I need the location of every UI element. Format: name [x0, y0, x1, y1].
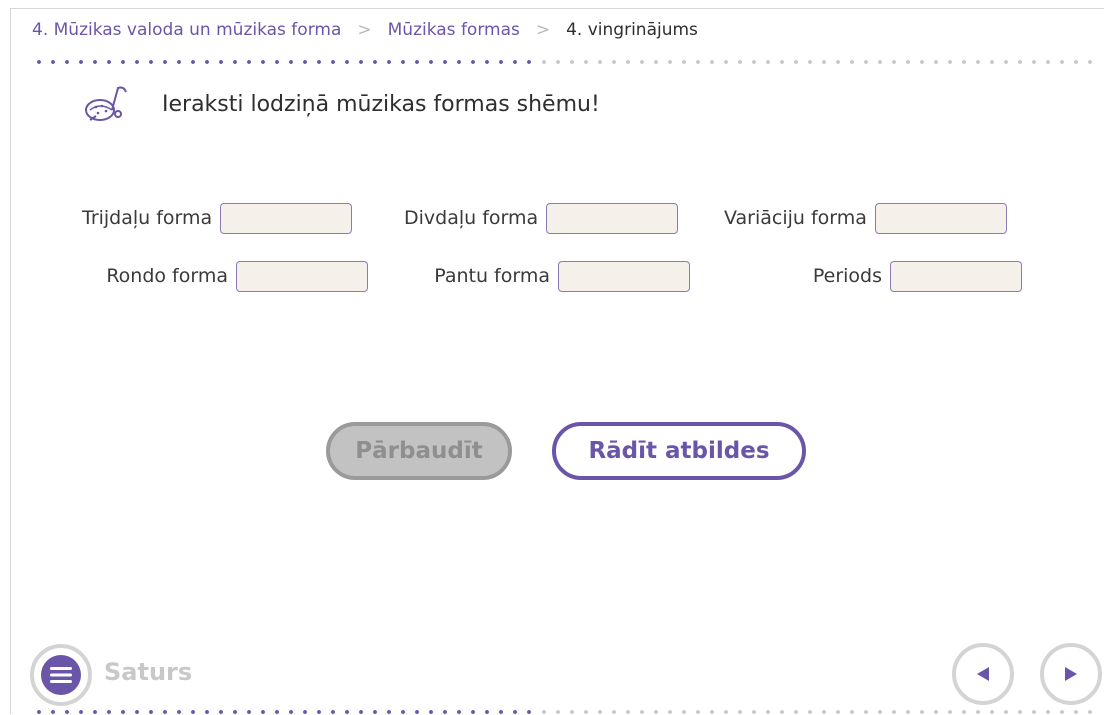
strophic-form-input[interactable]: [558, 260, 690, 292]
contents-menu-button[interactable]: [30, 644, 92, 706]
arrow-right-icon: [1065, 667, 1077, 681]
previous-page-button[interactable]: [952, 643, 1014, 705]
hamburger-menu-icon: [50, 667, 72, 683]
breadcrumb-separator: >: [535, 20, 551, 40]
breadcrumb-link-chapter[interactable]: 4. Mūzikas valoda un mūzikas forma: [32, 20, 341, 40]
breadcrumb-separator: >: [357, 20, 372, 40]
field-variation-form: Variāciju forma: [724, 202, 1007, 234]
field-label: Trijdaļu forma: [82, 207, 213, 229]
instruction: Ieraksti lodziņā mūzikas formas shēmu!: [82, 80, 600, 128]
field-label: Rondo forma: [106, 265, 228, 287]
instruction-text: Ieraksti lodziņā mūzikas formas shēmu!: [162, 91, 600, 117]
field-label: Variāciju forma: [724, 207, 867, 229]
show-answers-button[interactable]: Rādīt atbildes: [552, 422, 806, 480]
field-ternary-form: Trijdaļu forma: [82, 202, 353, 234]
breadcrumb: 4. Mūzikas valoda un mūzikas forma > Mūz…: [32, 20, 698, 40]
period-input[interactable]: [890, 260, 1022, 292]
binary-form-input[interactable]: [546, 202, 679, 234]
contents-label[interactable]: Saturs: [104, 658, 192, 686]
top-dotted-divider: [32, 60, 1094, 64]
music-note-icon: [85, 86, 127, 121]
field-period: Periods: [724, 260, 1022, 292]
breadcrumb-link-section[interactable]: Mūzikas formas: [388, 20, 520, 40]
variation-form-input[interactable]: [874, 202, 1007, 234]
breadcrumb-current: 4. vingrinājums: [566, 20, 698, 40]
field-label: Divdaļu forma: [404, 207, 539, 229]
check-button[interactable]: Pārbaudīt: [326, 422, 512, 480]
next-page-button[interactable]: [1040, 643, 1102, 705]
rondo-form-input[interactable]: [236, 260, 368, 292]
arrow-left-icon: [977, 667, 989, 681]
bottom-dotted-divider: [32, 710, 1094, 714]
field-label: Pantu forma: [434, 265, 550, 287]
field-label: Periods: [812, 265, 882, 287]
field-strophic-form: Pantu forma: [404, 260, 690, 292]
field-binary-form: Divdaļu forma: [404, 202, 679, 234]
ternary-form-input[interactable]: [220, 202, 353, 234]
field-rondo-form: Rondo forma: [82, 260, 368, 292]
